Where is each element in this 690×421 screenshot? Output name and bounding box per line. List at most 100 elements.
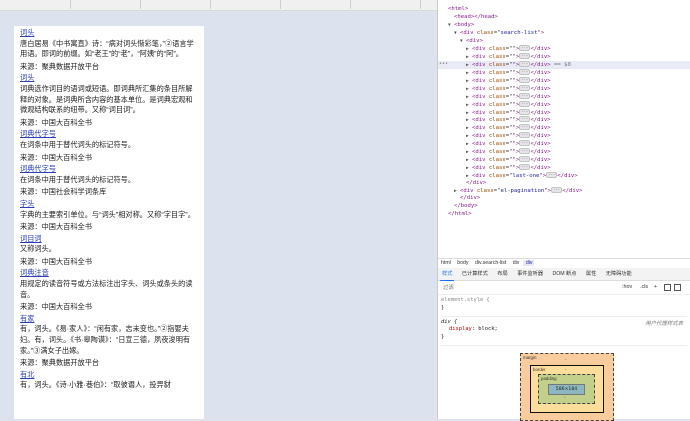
collapsed-content-badge[interactable]: ··· bbox=[519, 45, 531, 52]
collapsed-content-badge[interactable]: ··· bbox=[519, 163, 531, 170]
dom-node[interactable]: </div> bbox=[438, 180, 690, 188]
collapsed-content-badge[interactable]: ··· bbox=[519, 116, 531, 123]
tag-name: div bbox=[475, 93, 486, 100]
collapsed-content-badge[interactable]: ··· bbox=[519, 53, 531, 60]
dom-node[interactable]: ▶ <div class=""> ··· </div> bbox=[438, 140, 690, 148]
tab-dom-breakpoints[interactable]: DOM 断点 bbox=[549, 268, 581, 280]
dom-node[interactable]: ▶ <div class=""> ··· </div> bbox=[438, 100, 690, 109]
dom-node[interactable]: ▶ <div class=""> ··· </div> bbox=[438, 163, 690, 172]
breadcrumb-item[interactable]: div bbox=[510, 260, 522, 266]
rule-element-style: element.style { } bbox=[441, 295, 687, 317]
dom-node[interactable]: ▶ <div class=""> ··· </div> bbox=[438, 108, 690, 117]
collapsed-content-badge[interactable]: ··· bbox=[519, 155, 531, 162]
collapsed-content-badge[interactable]: ··· bbox=[519, 84, 531, 91]
dom-node[interactable]: ▶ <div class=""> ··· </div> bbox=[438, 155, 690, 164]
dom-node[interactable]: </html> bbox=[438, 211, 690, 219]
dom-node[interactable]: </div> bbox=[438, 195, 690, 203]
dom-node[interactable]: ▶ <div class="last-one"> ··· </div> bbox=[438, 171, 690, 180]
collapsed-content-badge[interactable]: ··· bbox=[519, 92, 531, 99]
node-actions-icon[interactable]: ••• bbox=[439, 61, 448, 69]
tag-name: div bbox=[463, 188, 474, 195]
collapsed-content-badge[interactable]: ··· bbox=[519, 108, 531, 115]
breadcrumb: html body div.search-list div div bbox=[438, 258, 690, 268]
breadcrumb-item[interactable]: html bbox=[438, 260, 453, 266]
result-definition: 有，词头。《易·家人》：“闲有家，志未变也。”②指娶夫妇。有，词头。《书·皋陶谟… bbox=[20, 324, 191, 355]
result-term-link[interactable]: 有家 bbox=[20, 314, 199, 325]
browser-tab[interactable] bbox=[0, 0, 71, 9]
dom-node[interactable]: ▼ <div> bbox=[438, 38, 690, 46]
result-source: 来源：聚典数据开放平台 bbox=[20, 61, 100, 71]
collapsed-content-badge[interactable]: ··· bbox=[519, 100, 531, 107]
tab-event-listeners[interactable]: 事件监听器 bbox=[513, 268, 547, 280]
browser-tab[interactable] bbox=[210, 0, 281, 9]
collapsed-content-badge[interactable]: ··· bbox=[519, 61, 531, 68]
attr-name: class bbox=[488, 70, 506, 77]
result-term-link[interactable]: 词目词 bbox=[20, 234, 199, 245]
rule-selector[interactable]: element.style { bbox=[441, 297, 687, 305]
collapsed-content-badge[interactable]: ··· bbox=[546, 171, 558, 178]
dom-node[interactable]: <head></head> bbox=[438, 14, 690, 22]
dom-node[interactable]: ▶ <div class=""> ··· </div> bbox=[438, 53, 690, 61]
collapsed-content-badge[interactable]: ··· bbox=[519, 140, 531, 147]
collapsed-content-badge[interactable]: ··· bbox=[519, 124, 531, 131]
breadcrumb-item[interactable]: body bbox=[454, 260, 470, 266]
dom-node[interactable]: ▶ <div class=""> ··· </div> bbox=[438, 92, 690, 101]
result-term-link[interactable]: 词头 bbox=[20, 28, 199, 39]
hov-toggle[interactable]: :hov bbox=[622, 281, 632, 294]
cls-toggle[interactable]: .cls bbox=[640, 281, 648, 294]
result-term-link[interactable]: 词典注音 bbox=[20, 268, 199, 279]
attr-name: class bbox=[488, 141, 506, 148]
tag-name: div bbox=[475, 125, 486, 132]
breadcrumb-item[interactable]: div.search-list bbox=[472, 260, 508, 266]
result-term-link[interactable]: 词头 bbox=[20, 73, 199, 84]
tab-properties[interactable]: 属性 bbox=[582, 268, 600, 280]
attr-name: class bbox=[488, 133, 506, 140]
result-term-link[interactable]: 字头 bbox=[20, 199, 199, 210]
new-rule-button[interactable]: + bbox=[654, 281, 657, 294]
dom-node[interactable]: ▶ <div class=""> ··· </div> bbox=[438, 84, 690, 93]
browser-tab[interactable] bbox=[70, 0, 141, 9]
collapsed-content-badge[interactable]: ··· bbox=[550, 187, 563, 194]
tab-accessibility[interactable]: 无障碍功能 bbox=[602, 268, 636, 280]
attr-name: class bbox=[488, 109, 506, 116]
dom-node[interactable]: ▶ <div class=""> ··· </div> bbox=[438, 69, 690, 77]
dom-node[interactable]: </body> bbox=[438, 203, 690, 211]
dom-node[interactable]: ▶ <div class="el-pagination"> ··· </div> bbox=[438, 187, 690, 195]
dom-node-selected[interactable]: ••• ▶ <div class=""> ··· </div> == $0 bbox=[438, 61, 690, 70]
dom-node[interactable]: ▶ <div class=""> ··· </div> bbox=[438, 124, 690, 132]
dom-node[interactable]: ▼ <div class="search-list"> bbox=[438, 30, 690, 38]
computed-sidebar-icon[interactable] bbox=[674, 284, 681, 291]
attr-name: class bbox=[488, 54, 506, 61]
breadcrumb-item-current[interactable]: div bbox=[522, 260, 535, 266]
dom-node[interactable]: ▼ <body> bbox=[438, 22, 690, 30]
dom-node[interactable]: <html> bbox=[438, 6, 690, 14]
styles-filter-input[interactable] bbox=[441, 283, 610, 292]
dom-node[interactable]: ▶ <div class=""> ··· </div> bbox=[438, 116, 690, 124]
browser-tab[interactable] bbox=[350, 0, 421, 9]
browser-tab[interactable] bbox=[280, 0, 351, 9]
tag-name: div bbox=[475, 46, 486, 53]
tab-layout[interactable]: 布局 bbox=[493, 268, 511, 280]
collapsed-content-badge[interactable]: ··· bbox=[519, 148, 531, 155]
tab-styles[interactable]: 样式 bbox=[438, 268, 456, 281]
result-source: 来源：中国大百科全书 bbox=[20, 302, 92, 312]
dom-node[interactable]: ▶ <div class=""> ··· </div> bbox=[438, 45, 690, 53]
collapsed-content-badge[interactable]: ··· bbox=[519, 69, 531, 76]
attr-name: class bbox=[488, 149, 506, 156]
collapsed-content-badge[interactable]: ··· bbox=[519, 77, 531, 84]
tab-computed[interactable]: 已计算样式 bbox=[458, 268, 492, 280]
result-term-link[interactable]: 词典代字号 bbox=[20, 129, 199, 140]
result-term-link[interactable]: 词典代字号 bbox=[20, 164, 199, 175]
rule-source: 用户代理样式表 bbox=[645, 320, 683, 327]
dom-node[interactable]: ▶ <div class=""> ··· </div> bbox=[438, 132, 690, 140]
result-definition: 唐白居易《中书寓直》诗：“病对词头惭彩笔，”②语言学用语。即词的前缀。如“老王”… bbox=[20, 38, 194, 59]
browser-tab[interactable] bbox=[140, 0, 211, 9]
attr-name: class bbox=[476, 188, 494, 195]
result-term-link[interactable]: 有北 bbox=[20, 370, 199, 381]
rule-div: 用户代理样式表 div { display: block; } bbox=[441, 317, 687, 346]
dom-node[interactable]: ▶ <div class=""> ··· </div> bbox=[438, 77, 690, 85]
toggle-element-state-icon[interactable] bbox=[664, 284, 671, 291]
selected-node-marker: == $0 bbox=[554, 62, 571, 69]
collapsed-content-badge[interactable]: ··· bbox=[519, 132, 531, 139]
dom-node[interactable]: ▶ <div class=""> ··· </div> bbox=[438, 148, 690, 156]
